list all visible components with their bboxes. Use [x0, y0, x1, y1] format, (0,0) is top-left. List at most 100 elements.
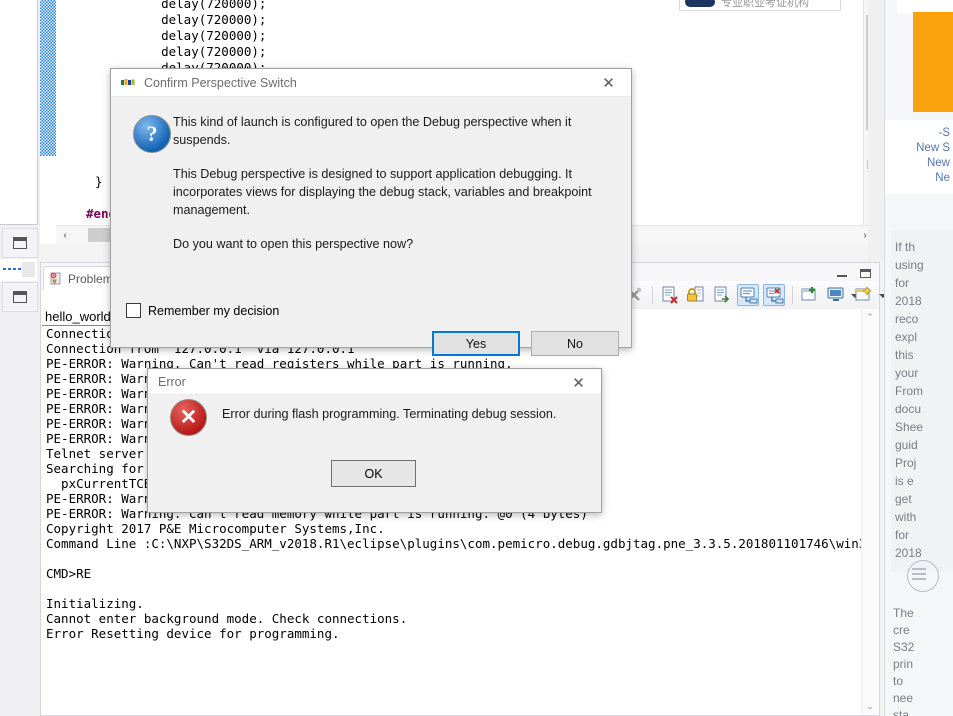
- welcome-text-line: is e: [895, 474, 914, 488]
- console-toolbar[interactable]: [621, 281, 887, 309]
- error-icon: ✕: [170, 399, 207, 436]
- welcome-text-line: for: [895, 276, 910, 290]
- app-root: delay(720000); delay(720000); delay(7200…: [0, 0, 953, 716]
- welcome-text-line: this: [895, 348, 914, 362]
- window-restore-icon-2: [13, 291, 27, 303]
- welcome-text-line-2: to: [893, 674, 904, 688]
- welcome-text-line: From: [895, 384, 923, 398]
- code-line: delay(720000);: [131, 0, 267, 11]
- remember-decision-label: Remember my decision: [148, 303, 280, 318]
- remove-launch-icon[interactable]: [659, 284, 681, 306]
- code-line: delay(720000);: [131, 12, 267, 27]
- dialog-button-row: Yes No: [432, 331, 619, 356]
- welcome-text-line: guid: [895, 438, 918, 452]
- clear-console-icon[interactable]: [711, 284, 733, 306]
- dialog-body: ? This kind of launch is configured to o…: [111, 97, 631, 375]
- welcome-text-line-2: nee: [893, 691, 914, 705]
- welcome-link[interactable]: Ne: [885, 171, 953, 186]
- window-restore-icon: [13, 237, 27, 249]
- welcome-text-line: get: [895, 492, 912, 506]
- welcome-text-line-2: S32: [893, 640, 915, 654]
- welcome-text-line-2: The: [893, 606, 914, 620]
- error-dialog: Error ✕ ✕ Error during flash programming…: [147, 368, 602, 513]
- problems-icon: [50, 272, 61, 285]
- code-line: }: [80, 174, 103, 189]
- display-selected-console-icon[interactable]: [825, 284, 847, 306]
- yes-button[interactable]: Yes: [432, 331, 520, 356]
- close-icon[interactable]: ✕: [586, 69, 631, 96]
- error-dialog-title: Error: [158, 374, 186, 389]
- welcome-orange-banner: [913, 12, 953, 112]
- dialog-message: This kind of launch is configured to ope…: [173, 113, 613, 269]
- welcome-link[interactable]: -S: [885, 126, 953, 141]
- welcome-text-line: for: [895, 528, 910, 542]
- no-button[interactable]: No: [531, 331, 619, 356]
- welcome-text-line: with: [895, 510, 917, 524]
- pin-console-icon[interactable]: [799, 284, 821, 306]
- maximize-icon[interactable]: [859, 267, 873, 281]
- nxp-logo-icon: [121, 76, 137, 90]
- console-line: Command Line :C:\NXP\S32DS_ARM_v2018.R1\…: [46, 536, 862, 551]
- welcome-paragraph-2: The cre S32 prin to nee sta: [893, 605, 953, 716]
- welcome-text-line: If th: [895, 240, 916, 254]
- welcome-text-line: Shee: [895, 420, 924, 434]
- scroll-left-icon[interactable]: ‹: [56, 226, 74, 244]
- welcome-pane: -S New S New Ne If th using for 2018 rec…: [884, 0, 953, 716]
- open-console-icon[interactable]: [853, 284, 875, 306]
- console-scroll-down-icon[interactable]: ⌄: [862, 698, 878, 714]
- restore-view-button-top[interactable]: [2, 228, 38, 258]
- rail-panel-top: [0, 0, 38, 225]
- left-rail: [0, 0, 40, 716]
- welcome-text-line: reco: [895, 312, 919, 326]
- welcome-text-line: Proj: [895, 456, 917, 470]
- scroll-lock-icon[interactable]: [737, 284, 760, 306]
- console-line: CMD>RE: [46, 566, 92, 581]
- dialog-paragraph-1: This kind of launch is configured to ope…: [173, 115, 572, 147]
- code-line: delay(720000);: [131, 44, 267, 59]
- welcome-link[interactable]: New: [885, 156, 953, 171]
- welcome-text-line: using: [895, 258, 924, 272]
- ok-button[interactable]: OK: [331, 460, 416, 487]
- remember-decision-checkbox-row[interactable]: Remember my decision: [126, 303, 279, 318]
- console-scroll-up-icon[interactable]: ⌃: [862, 309, 878, 325]
- restore-view-button-bottom[interactable]: [2, 282, 38, 312]
- console-line: Copyright 2017 P&E Microcomputer Systems…: [46, 521, 385, 536]
- brand-logo-icon: [685, 0, 715, 7]
- dialog-title-bar[interactable]: Confirm Perspective Switch ✕: [111, 69, 631, 97]
- chevron-down-icon-1[interactable]: [849, 284, 859, 306]
- dialog-paragraph-2: This Debug perspective is designed to su…: [173, 167, 592, 217]
- confirm-perspective-switch-dialog: Confirm Perspective Switch ✕ ? This kind…: [110, 68, 632, 356]
- settings-gear-icon: [907, 560, 939, 592]
- welcome-text-line: your: [895, 366, 919, 380]
- brand-watermark-text: 专业职业考证机构: [721, 0, 809, 9]
- welcome-text-line: docu: [895, 402, 922, 416]
- editor-change-marker-bar: [40, 0, 56, 156]
- welcome-paragraph: If th using for 2018 reco expl this your…: [891, 230, 953, 572]
- close-icon[interactable]: ✕: [556, 369, 601, 396]
- editor-right-gutter: [868, 0, 884, 262]
- console-stream-name: hello_world: [42, 309, 114, 326]
- welcome-text-line-2: cre: [893, 623, 910, 637]
- question-icon: ?: [133, 115, 171, 153]
- console-line: Initializing.: [46, 596, 144, 611]
- dialog-title: Confirm Perspective Switch: [144, 75, 297, 90]
- error-dialog-title-bar[interactable]: Error ✕: [148, 369, 601, 395]
- console-vertical-scrollbar[interactable]: ⌃ ⌄: [861, 309, 878, 714]
- dialog-paragraph-3: Do you want to open this perspective now…: [173, 237, 414, 251]
- brand-watermark-chip: 专业职业考证机构: [679, 0, 841, 11]
- code-line: delay(720000);: [131, 28, 267, 43]
- welcome-text-line: expl: [895, 330, 918, 344]
- chevron-down-icon-2[interactable]: [877, 284, 887, 306]
- show-console-on-error-icon[interactable]: [763, 284, 786, 306]
- minimize-icon[interactable]: [835, 267, 849, 281]
- welcome-links[interactable]: -S New S New Ne: [885, 120, 953, 194]
- lock-scroll-icon[interactable]: [685, 284, 707, 306]
- minimap-block-icon: [22, 262, 35, 277]
- welcome-text-line-2: sta: [893, 708, 910, 716]
- welcome-link[interactable]: New S: [885, 141, 953, 156]
- remember-decision-checkbox[interactable]: [126, 303, 141, 318]
- console-line: Error Resetting device for programming.: [46, 626, 340, 641]
- console-window-controls[interactable]: [835, 267, 873, 281]
